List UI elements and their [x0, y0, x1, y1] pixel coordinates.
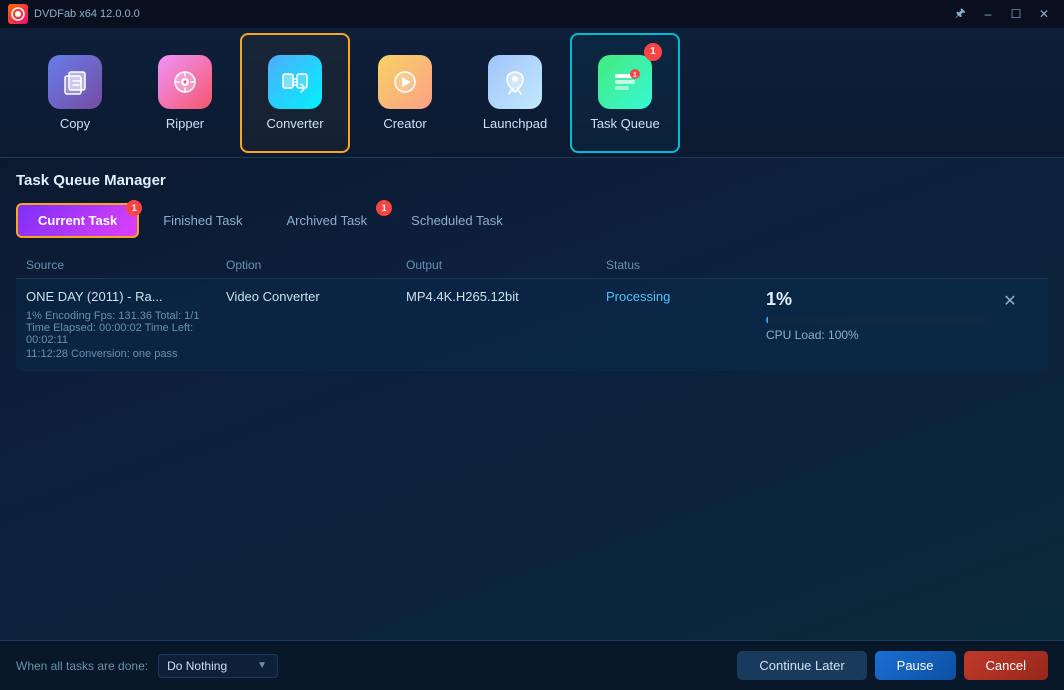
close-task-button[interactable]: ✕ [998, 289, 1022, 313]
cell-status: Processing [606, 289, 766, 304]
copy-icon [47, 54, 103, 110]
continue-later-button[interactable]: Continue Later [737, 651, 866, 680]
title-bar-controls: 🖈 – ☐ ✕ [948, 5, 1056, 23]
task-detail1: 1% Encoding Fps: 131.36 Total: 1/1 Time … [26, 304, 226, 360]
when-done-dropdown[interactable]: Do Nothing ▼ [158, 654, 278, 678]
nav-bar: Copy Ripper [0, 28, 1064, 158]
taskqueue-icon: 1 [597, 54, 653, 110]
progress-bar-fill [766, 316, 768, 324]
pause-button[interactable]: Pause [875, 651, 956, 680]
app-logo [8, 4, 28, 24]
converter-icon [267, 54, 323, 110]
maximize-button[interactable]: ☐ [1004, 5, 1028, 23]
nav-label-copy: Copy [60, 116, 90, 131]
launchpad-icon [487, 54, 543, 110]
bottom-bar: When all tasks are done: Do Nothing ▼ Co… [0, 640, 1064, 690]
bottom-buttons: Continue Later Pause Cancel [737, 651, 1048, 680]
title-bar-left: DVDFab x64 12.0.0.0 [8, 4, 140, 24]
nav-label-taskqueue: Task Queue [590, 116, 659, 131]
table-header: Source Option Output Status [16, 252, 1048, 279]
nav-item-ripper[interactable]: Ripper [130, 33, 240, 153]
cpu-load: CPU Load: 100% [766, 328, 859, 342]
nav-label-creator: Creator [383, 116, 426, 131]
nav-label-converter: Converter [266, 116, 323, 131]
bottom-left: When all tasks are done: Do Nothing ▼ [16, 654, 278, 678]
nav-label-ripper: Ripper [166, 116, 204, 131]
minimize-button[interactable]: – [976, 5, 1000, 23]
cancel-button[interactable]: Cancel [964, 651, 1048, 680]
dropdown-arrow-icon: ▼ [257, 660, 267, 671]
app-title: DVDFab x64 12.0.0.0 [34, 8, 140, 20]
pin-button[interactable]: 🖈 [948, 5, 972, 23]
main-content: Task Queue Manager Current Task 1 Finish… [0, 158, 1064, 640]
col-source: Source [26, 258, 226, 272]
tab-finished[interactable]: Finished Task [143, 205, 262, 236]
col-output: Output [406, 258, 606, 272]
nav-item-launchpad[interactable]: Launchpad [460, 33, 570, 153]
tab-current[interactable]: Current Task 1 [16, 203, 139, 238]
cell-source: ONE DAY (2011) - Ra... 1% Encoding Fps: … [26, 289, 226, 360]
table-row: ONE DAY (2011) - Ra... 1% Encoding Fps: … [16, 279, 1048, 371]
close-button[interactable]: ✕ [1032, 5, 1056, 23]
when-done-label: When all tasks are done: [16, 659, 148, 673]
row-right: 1% CPU Load: 100% [766, 289, 998, 342]
nav-item-converter[interactable]: Converter [240, 33, 350, 153]
tab-current-badge: 1 [126, 200, 142, 216]
tabs-container: Current Task 1 Finished Task Archived Ta… [16, 203, 1048, 238]
nav-label-launchpad: Launchpad [483, 116, 547, 131]
taskqueue-badge: 1 [644, 43, 662, 61]
nav-item-creator[interactable]: Creator [350, 33, 460, 153]
tab-scheduled[interactable]: Scheduled Task [391, 205, 523, 236]
section-title: Task Queue Manager [16, 172, 1048, 189]
col-status: Status [606, 258, 766, 272]
progress-percent: 1% [766, 289, 792, 310]
cell-option: Video Converter [226, 289, 406, 304]
tab-archived-badge: 1 [376, 200, 392, 216]
nav-item-taskqueue[interactable]: 1 1 Task Queue [570, 33, 680, 153]
title-bar: DVDFab x64 12.0.0.0 🖈 – ☐ ✕ [0, 0, 1064, 28]
progress-bar-container [766, 316, 986, 324]
ripper-icon [157, 54, 213, 110]
creator-icon [377, 54, 433, 110]
nav-item-copy[interactable]: Copy [20, 33, 130, 153]
cell-output: MP4.4K.H265.12bit [406, 289, 606, 304]
tab-archived[interactable]: Archived Task 1 [266, 205, 387, 236]
svg-text:1: 1 [633, 72, 637, 79]
col-option: Option [226, 258, 406, 272]
